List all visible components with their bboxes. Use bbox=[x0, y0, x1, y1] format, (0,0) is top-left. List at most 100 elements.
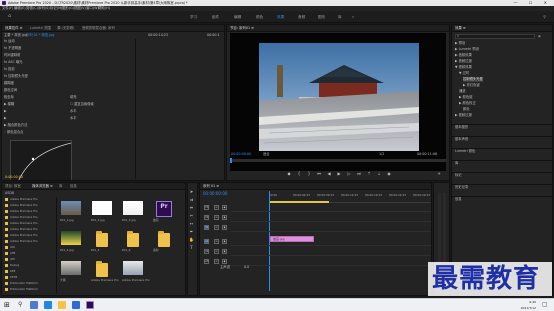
program-fit-select[interactable]: 适合 bbox=[263, 152, 270, 157]
accelerated-effects-icon[interactable]: ▣ bbox=[538, 34, 541, 39]
effect-row-label[interactable]: ▶ 融合颜色方法 bbox=[4, 123, 27, 128]
effect-row-label[interactable]: ▶ bbox=[4, 116, 7, 121]
tab-sequence-01[interactable]: 序列 01 ≡ bbox=[203, 183, 219, 190]
add-marker-icon[interactable]: ◆ bbox=[285, 171, 293, 177]
mark-in-icon[interactable]: { bbox=[295, 171, 303, 177]
pen-tool-icon[interactable]: ✒ bbox=[189, 229, 194, 234]
folder-tree-item[interactable]: Pr4Custom Platform bbox=[5, 287, 55, 293]
effects-tree-item[interactable]: 通道 bbox=[459, 89, 466, 94]
extract-icon[interactable]: ⇣ bbox=[375, 171, 383, 177]
effects-tree-item[interactable]: ▶ 颜色校正 bbox=[459, 101, 476, 106]
media-item[interactable]: P01_5 bbox=[90, 229, 118, 257]
effect-row-label[interactable]: 颜色空间 bbox=[4, 88, 17, 93]
track-lock-icon[interactable]: ⊙ bbox=[214, 239, 219, 244]
workspace-more-icon[interactable]: » bbox=[352, 14, 354, 20]
step-back-icon[interactable]: ◀ bbox=[325, 171, 333, 177]
effects-tree-item[interactable]: ▶ 音频效果 bbox=[455, 53, 472, 58]
search-taskbar-icon[interactable]: ⚲ bbox=[18, 301, 26, 309]
tab-libraries[interactable]: 库 bbox=[59, 183, 62, 190]
home-icon[interactable]: ⌂ bbox=[8, 13, 11, 19]
effects-tree-item[interactable]: 颜色 bbox=[463, 107, 470, 112]
type-tool-icon[interactable]: T bbox=[189, 245, 194, 250]
go-to-in-icon[interactable]: ⏮ bbox=[315, 171, 323, 177]
program-playhead[interactable] bbox=[230, 158, 232, 163]
panel-section-tab[interactable]: 库 bbox=[455, 161, 458, 166]
workspace-color[interactable]: 颜色 bbox=[256, 14, 263, 20]
effect-row-label[interactable]: ▶ 模糊 bbox=[4, 102, 14, 107]
media-item[interactable]: P01_1.jpg bbox=[59, 199, 87, 227]
go-to-out-icon[interactable]: ⏭ bbox=[355, 171, 363, 177]
sequence-clip-label[interactable]: 序列 01 * 故宫.jpg bbox=[26, 33, 54, 38]
effect-row-label[interactable]: fx 控制镜头光晕 bbox=[4, 74, 28, 79]
media-item[interactable]: Adobe Premiere Pro bbox=[121, 259, 150, 287]
hand-tool-icon[interactable]: ✋ bbox=[189, 237, 194, 242]
tab-media-browser[interactable]: 媒体浏览器 ≡ bbox=[32, 183, 53, 190]
master-value[interactable]: 0.0 bbox=[244, 265, 249, 270]
workspace-assembly[interactable]: 组件 bbox=[212, 14, 219, 20]
app-icon[interactable] bbox=[72, 301, 80, 309]
effect-row-value[interactable]: ☐ 重复边缘像素 bbox=[70, 102, 94, 107]
program-scrubber[interactable] bbox=[230, 158, 446, 163]
tab-effects[interactable]: 效果 ≡ bbox=[455, 25, 466, 32]
effect-row-label[interactable]: 模糊度 bbox=[4, 81, 14, 86]
mark-out-icon[interactable]: } bbox=[305, 171, 313, 177]
media-item[interactable]: P01_3.jpg bbox=[121, 199, 149, 227]
file-explorer-icon[interactable] bbox=[58, 301, 66, 309]
effect-row-value[interactable]: 水平 bbox=[70, 109, 77, 114]
effects-tree-item[interactable]: ▶ 非红色键 bbox=[463, 83, 480, 88]
panel-section-tab[interactable]: 标记 bbox=[455, 173, 462, 178]
panel-section-tab[interactable]: 基本图形 bbox=[455, 125, 468, 130]
media-item[interactable]: 素材 bbox=[152, 229, 180, 257]
workspace-editing[interactable]: 编辑 bbox=[234, 14, 241, 20]
effect-row-label[interactable]: fx 运动 bbox=[4, 39, 15, 44]
media-item[interactable]: Pr 故宫 bbox=[152, 199, 180, 227]
effects-tree-item[interactable]: ▶ Lumetri 预设 bbox=[455, 47, 479, 52]
slip-tool-icon[interactable]: ↔ bbox=[189, 221, 194, 226]
workspace-learn[interactable]: 学习 bbox=[190, 14, 197, 20]
effect-row-label[interactable]: fx 不透明度 bbox=[4, 46, 21, 51]
media-item[interactable]: P01_2.jpg bbox=[90, 199, 118, 227]
track-target-button[interactable]: A3 bbox=[204, 259, 209, 264]
work-area-bar[interactable] bbox=[269, 201, 329, 203]
windows-start-icon[interactable]: ⊞ bbox=[4, 301, 12, 309]
track-target-button[interactable]: A1 bbox=[204, 239, 209, 244]
track-lock-icon[interactable]: ⊙ bbox=[214, 249, 219, 254]
effects-tree-item[interactable]: ▼ 过时 bbox=[459, 71, 469, 76]
program-ratio-select[interactable]: 1/2 bbox=[379, 152, 384, 157]
search-icon[interactable]: ⚲ bbox=[543, 14, 546, 20]
ripple-edit-tool-icon[interactable]: ⇹ bbox=[189, 205, 194, 210]
track-eye-icon[interactable]: ◉ bbox=[222, 249, 227, 254]
edge-browser-icon[interactable] bbox=[44, 301, 52, 309]
effect-row-label[interactable]: 时间重映射 bbox=[4, 53, 20, 58]
track-lock-icon[interactable]: ⊙ bbox=[214, 215, 219, 220]
track-lock-icon[interactable]: ⊙ bbox=[214, 205, 219, 210]
timeline-current-time[interactable]: 00:00:00:00 bbox=[203, 191, 227, 196]
play-icon[interactable]: ▶ bbox=[335, 171, 343, 177]
selection-tool-icon[interactable]: ➤ bbox=[189, 189, 194, 194]
source-clip-label[interactable]: 主要 * 故宫.jpg bbox=[4, 33, 27, 38]
effect-row-label[interactable]: fx 投影 bbox=[4, 67, 15, 72]
tab-program[interactable]: 节目: 序列01 ≡ bbox=[230, 25, 254, 32]
effect-row-label[interactable]: ◦ 颜色混合点 bbox=[4, 130, 23, 135]
effects-tree-item[interactable]: ▶ 预设 bbox=[455, 41, 465, 46]
workspace-libraries[interactable]: 库 bbox=[338, 14, 342, 20]
effects-search-input[interactable]: ⚲ bbox=[455, 34, 535, 39]
track-eye-icon[interactable]: ◉ bbox=[222, 239, 227, 244]
effects-tree-item[interactable]: ▶ 音频过渡 bbox=[455, 59, 472, 64]
tab-audio-mixer[interactable]: 音频剪辑混合器: 序列 bbox=[82, 25, 115, 32]
effect-row-label[interactable]: fx ASC 曝光 bbox=[4, 60, 22, 65]
lift-icon[interactable]: ⇡ bbox=[365, 171, 373, 177]
timeline-clip[interactable]: 故宫.jpg bbox=[270, 236, 314, 242]
panel-section-tab[interactable]: 历史记录 bbox=[455, 185, 468, 190]
tab-info[interactable]: 信息 bbox=[70, 183, 77, 190]
workspace-effects[interactable]: 效果 bbox=[277, 14, 284, 20]
workspace-graphics[interactable]: 图形 bbox=[318, 14, 325, 20]
task-view-icon[interactable] bbox=[30, 301, 38, 309]
track-lock-icon[interactable]: ⊙ bbox=[214, 225, 219, 230]
notification-icon[interactable]: ▢ bbox=[542, 301, 550, 309]
media-item[interactable]: P01_6 bbox=[121, 229, 149, 257]
tab-project[interactable]: 项目: 故宫 bbox=[5, 183, 21, 190]
track-target-button[interactable]: A2 bbox=[204, 249, 209, 254]
tab-effect-controls[interactable]: 效果控件 ≡ bbox=[5, 25, 22, 32]
track-target-button[interactable]: V3 bbox=[204, 205, 209, 210]
